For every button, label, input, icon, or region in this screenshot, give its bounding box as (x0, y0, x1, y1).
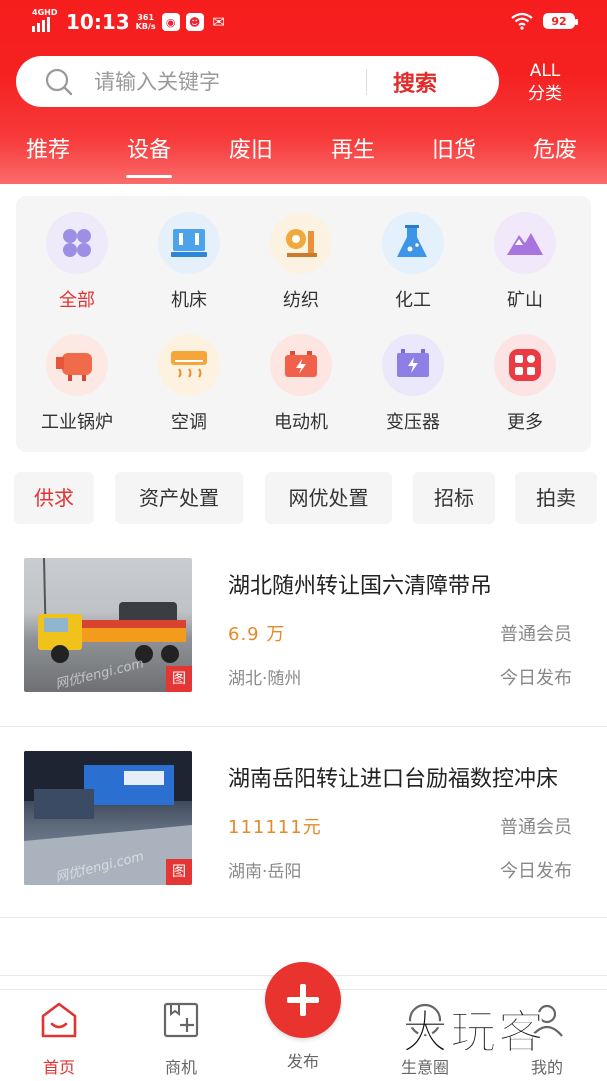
category-mining[interactable]: 矿山 (470, 212, 580, 312)
site-watermark: 大玩客 (402, 1005, 546, 1060)
cell-signal-icon: 4GHD (32, 8, 58, 32)
battery-motor-icon (270, 334, 332, 396)
transformer-icon (382, 334, 444, 396)
chip-auction[interactable]: 拍卖 (515, 472, 597, 524)
category-industrial-boiler[interactable]: 工业锅炉 (22, 334, 132, 434)
network-speed: 361 KB/s (135, 13, 156, 31)
category-tabs: 推荐 设备 废旧 再生 旧货 危废 (0, 132, 607, 182)
battery-icon: 92 (543, 13, 578, 29)
category-all[interactable]: 全部 (22, 212, 132, 312)
listing-member-level: 普通会员 (500, 624, 572, 645)
category-machine-tool[interactable]: 机床 (134, 212, 244, 312)
tab-recommend[interactable]: 推荐 (26, 132, 70, 164)
listing-date: 今日发布 (500, 861, 572, 882)
chip-asset-disposal[interactable]: 资产处置 (115, 472, 243, 524)
nav-business[interactable]: 商机 (136, 1000, 226, 1078)
app-notification-icon: ◉ (161, 13, 180, 31)
tab-equipment[interactable]: 设备 (127, 132, 171, 164)
category-motor[interactable]: 电动机 (246, 334, 356, 434)
publish-label: 发布 (286, 1052, 319, 1071)
listing-thumbnail: 网优fengi.com 图 (24, 558, 192, 692)
status-bar: 4GHD 10:13 361 KB/s ◉ ☻ ✉ 92 (0, 0, 607, 46)
chip-tender[interactable]: 招标 (413, 472, 495, 524)
app-notification-icon-2: ☻ (185, 13, 204, 31)
grid-four-icon (46, 212, 108, 274)
boiler-icon (46, 334, 108, 396)
filter-chips: 供求 资产处置 网优处置 招标 拍卖 (0, 472, 607, 524)
category-more[interactable]: 更多 (470, 334, 580, 434)
mountain-icon (494, 212, 556, 274)
home-icon (41, 1002, 77, 1038)
listing-location: 湖南·岳阳 (228, 862, 302, 882)
tab-second-hand[interactable]: 旧货 (432, 132, 476, 164)
listing-location: 湖北·随州 (228, 669, 302, 689)
category-grid: 全部 机床 纺织 化工 矿山 工业锅炉 空调 电动机 变压器 更多 (16, 196, 591, 452)
all-category-button[interactable]: ALL 分类 (522, 60, 568, 106)
tab-hazardous-waste[interactable]: 危废 (533, 132, 577, 164)
category-transformer[interactable]: 变压器 (358, 334, 468, 434)
chip-wangyou-disposal[interactable]: 网优处置 (265, 472, 392, 524)
search-input[interactable] (92, 68, 346, 95)
chip-supply-demand[interactable]: 供求 (14, 472, 94, 524)
wechat-icon: ✉ (212, 13, 225, 31)
wifi-icon (511, 12, 533, 30)
publish-button[interactable] (265, 962, 341, 1038)
listing-price: 6.9 万 (228, 624, 286, 645)
search-divider (366, 68, 367, 95)
image-badge: 图 (166, 859, 192, 885)
list-item[interactable]: 网优fengi.com 图 湖南岳阳转让进口台励福数控冲床 111111元 普通… (0, 727, 607, 918)
search-icon (45, 68, 73, 95)
listing-title[interactable]: 湖北随州转让国六清障带吊 (228, 568, 578, 600)
listing-member-level: 普通会员 (500, 817, 572, 838)
search-bar[interactable]: 搜索 (16, 56, 499, 107)
tab-recycled[interactable]: 再生 (331, 132, 375, 164)
textile-icon (270, 212, 332, 274)
header: 4GHD 10:13 361 KB/s ◉ ☻ ✉ 92 请输入关键字 搜索 A… (0, 0, 607, 184)
air-conditioner-icon (158, 334, 220, 396)
search-button[interactable]: 搜索 (393, 66, 437, 98)
clock: 10:13 (66, 10, 130, 34)
listing-thumbnail: 网优fengi.com 图 (24, 751, 192, 885)
nav-home[interactable]: 首页 (14, 1000, 104, 1078)
listing-price: 111111元 (228, 817, 322, 838)
machine-tool-icon (158, 212, 220, 274)
image-badge: 图 (166, 666, 192, 692)
listing-date: 今日发布 (500, 668, 572, 689)
category-air-conditioner[interactable]: 空调 (134, 334, 244, 434)
list-item[interactable]: 网优fengi.com 图 湖北随州转让国六清障带吊 6.9 万 普通会员 湖北… (0, 536, 607, 727)
more-apps-icon (494, 334, 556, 396)
category-chemical[interactable]: 化工 (358, 212, 468, 312)
listing-title[interactable]: 湖南岳阳转让进口台励福数控冲床 (228, 761, 578, 793)
business-opportunity-icon (163, 1002, 199, 1038)
plus-icon (287, 984, 319, 1016)
tab-scrap[interactable]: 废旧 (229, 132, 273, 164)
category-textile[interactable]: 纺织 (246, 212, 356, 312)
flask-icon (382, 212, 444, 274)
